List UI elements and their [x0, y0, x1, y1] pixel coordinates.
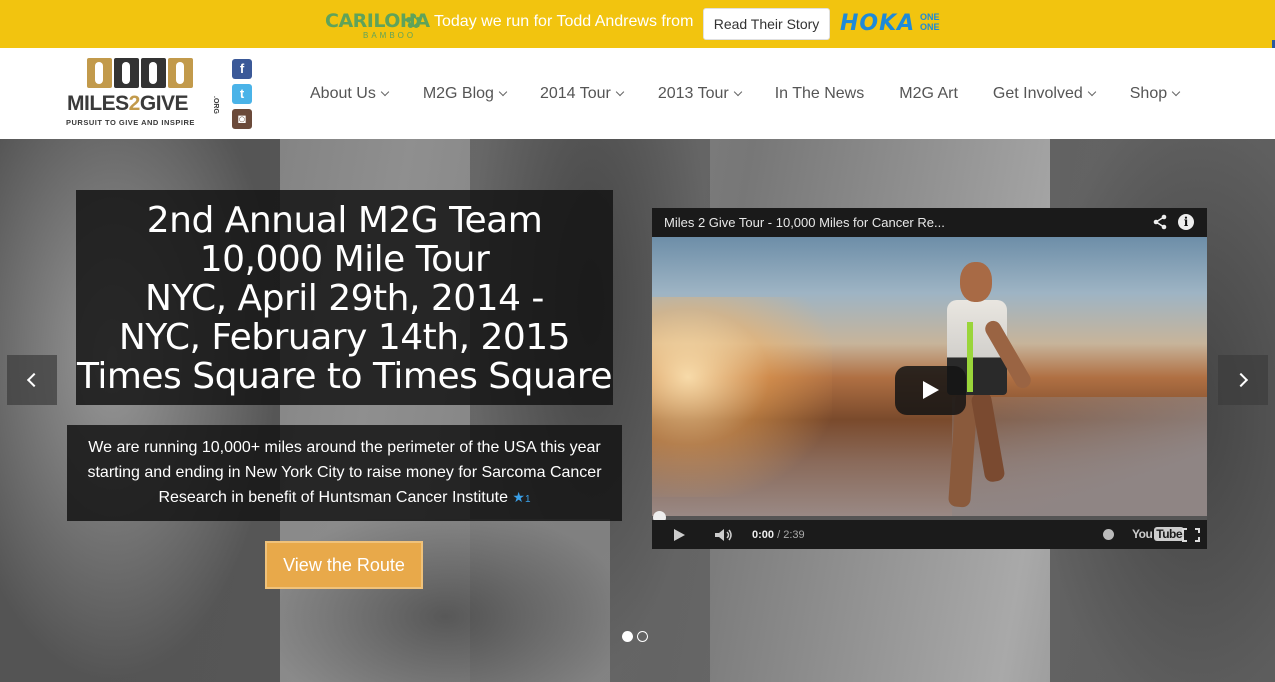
youtube-logo-tube: Tube — [1154, 527, 1185, 541]
promo-bar: CARILOHA ✿ BAMBOO Today we run for Todd … — [0, 0, 1275, 48]
slider-dot[interactable] — [637, 631, 648, 642]
youtube-logo-you: You — [1132, 527, 1153, 541]
youtube-logo[interactable]: You Tube — [1130, 527, 1185, 541]
star-icon[interactable]: ★ — [512, 489, 525, 505]
youtube-video-player[interactable]: Miles 2 Give Tour - 10,000 Miles for Can… — [652, 208, 1207, 549]
slider-prev-button[interactable] — [7, 355, 57, 405]
video-title-bar: Miles 2 Give Tour - 10,000 Miles for Can… — [652, 208, 1207, 237]
play-icon[interactable] — [674, 529, 685, 541]
fullscreen-icon[interactable] — [1182, 528, 1200, 542]
nav-m2g-blog[interactable]: M2G Blog — [423, 85, 508, 103]
logo-org: .ORG — [212, 96, 219, 114]
nav-2013-tour[interactable]: 2013 Tour — [658, 85, 742, 103]
hero-title: 2nd Annual M2G Team 10,000 Mile Tour NYC… — [76, 190, 613, 405]
share-icon[interactable] — [1152, 214, 1168, 230]
slider-pagination — [622, 631, 648, 642]
main-nav: About Us M2G Blog 2014 Tour 2013 Tour In… — [310, 85, 1181, 103]
nav-in-the-news[interactable]: In The News — [775, 85, 865, 103]
read-their-story-button[interactable]: Read Their Story — [703, 8, 830, 40]
volume-icon[interactable] — [714, 528, 734, 542]
slider-dot[interactable] — [622, 631, 633, 642]
hoka-logo-sub: ONE ONE — [920, 12, 940, 32]
chevron-right-icon — [1233, 372, 1249, 388]
cariloha-logo[interactable]: CARILOHA ✿ BAMBOO — [325, 10, 430, 40]
chevron-down-icon — [733, 87, 742, 97]
promo-text: Today we run for Todd Andrews from — [434, 13, 694, 30]
site-header: MILES2GIVE .ORG PURSUIT TO GIVE AND INSP… — [0, 48, 1275, 139]
chevron-down-icon — [1171, 87, 1181, 97]
chevron-down-icon — [380, 87, 390, 97]
slider-next-button[interactable] — [1218, 355, 1268, 405]
star-count: 1 — [524, 494, 531, 505]
nav-about-us[interactable]: About Us — [310, 85, 390, 103]
twitter-icon[interactable]: t — [232, 84, 252, 104]
video-time: 0:00 / 2:39 — [752, 529, 805, 541]
nav-2014-tour[interactable]: 2014 Tour — [540, 85, 625, 103]
cariloha-logo-sub: BAMBOO — [363, 31, 417, 40]
hero-description: We are running 10,000+ miles around the … — [67, 425, 622, 521]
logo-tagline: PURSUIT TO GIVE AND INSPIRE — [66, 118, 195, 127]
sun-flare — [652, 297, 832, 497]
chevron-left-icon — [26, 372, 42, 388]
miles2give-logo[interactable]: MILES2GIVE .ORG PURSUIT TO GIVE AND INSP… — [66, 58, 226, 130]
runner-figures-icon — [87, 58, 197, 90]
video-thumbnail[interactable] — [652, 237, 1207, 518]
watch-later-icon[interactable] — [1103, 529, 1114, 540]
play-button[interactable] — [895, 366, 966, 415]
nav-get-involved[interactable]: Get Involved — [993, 85, 1096, 103]
nav-shop[interactable]: Shop — [1130, 85, 1181, 103]
nav-m2g-art[interactable]: M2G Art — [899, 85, 958, 103]
video-controls: 0:00 / 2:39 You Tube — [652, 520, 1207, 549]
video-title[interactable]: Miles 2 Give Tour - 10,000 Miles for Can… — [664, 215, 945, 230]
play-icon — [923, 381, 939, 399]
facebook-icon[interactable]: f — [232, 59, 252, 79]
instagram-icon[interactable]: ◙ — [232, 109, 252, 129]
logo-name: MILES2GIVE — [67, 92, 189, 115]
hoka-logo-text: HOKA — [840, 11, 916, 36]
social-links: f t ◙ — [232, 59, 253, 134]
info-icon[interactable]: i — [1178, 214, 1194, 230]
chevron-down-icon — [615, 87, 625, 97]
chevron-down-icon — [498, 87, 508, 97]
chevron-down-icon — [1087, 87, 1096, 97]
view-the-route-button[interactable]: View the Route — [265, 541, 423, 589]
